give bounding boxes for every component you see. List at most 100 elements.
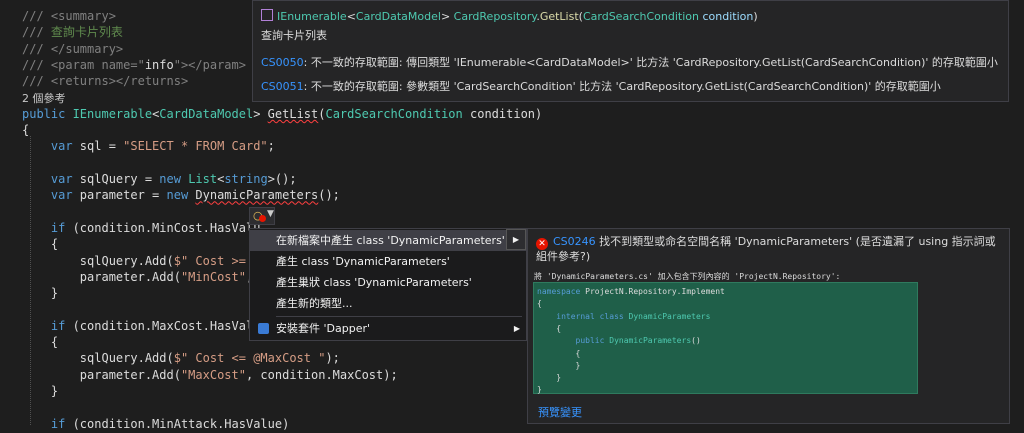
code-token: var [22, 172, 80, 186]
code-token: parameter.Add( [22, 367, 181, 382]
code-token: DynamicParameters [628, 311, 711, 321]
error-code-link[interactable]: CS0051 [261, 80, 304, 93]
code-token: if [22, 416, 73, 431]
code-line: { [22, 334, 58, 351]
code-line: internal class DynamicParameters [537, 310, 710, 323]
error-code-link[interactable]: CS0246 [553, 235, 596, 248]
code-token: sql = [79, 139, 124, 154]
code-token: , condition.MaxCost); [245, 367, 398, 382]
error-message: : 不一致的存取範圍: 參數類型 'CardSearchCondition' 比… [303, 80, 941, 93]
quick-info-tooltip: IEnumerable<CardDataModel> CardRepositor… [252, 0, 1009, 102]
code-token: <returns></returns> [50, 74, 189, 89]
code-token: string [224, 172, 268, 186]
code-token: DynamicParameters [609, 336, 692, 346]
sig-param-type[interactable]: CardSearchCondition [583, 10, 699, 23]
code-token: { [22, 335, 59, 349]
code-token: "MaxCost" [180, 367, 246, 382]
code-line: /// <param name="info"></param> [22, 57, 246, 74]
sig-gt: > [440, 10, 454, 23]
code-token: { [22, 123, 30, 138]
menu-item-label: 在新檔案中產生 class 'DynamicParameters' [276, 234, 505, 247]
method-cube-icon [261, 9, 273, 21]
code-token: 查詢卡片列表 [50, 25, 123, 40]
submenu-arrow-icon: ▶ [513, 324, 520, 333]
code-line: public DynamicParameters() [537, 334, 701, 347]
code-token: } [22, 286, 59, 301]
error-message: : 不一致的存取範圍: 傳回類型 'IEnumerable<CardDataMo… [303, 56, 998, 69]
code-line: 2 個參考 [22, 90, 66, 107]
code-line: if (condition.MinAttack.HasValue) [22, 416, 289, 433]
code-token: /// [22, 25, 51, 40]
menu-item-generate-nested-class[interactable]: 產生巢狀 class 'DynamicParameters' [250, 272, 526, 293]
code-token: /// [22, 57, 51, 72]
code-line: /// <returns></returns> [22, 73, 188, 90]
code-line: parameter.Add("MinCost", [22, 269, 253, 286]
code-token: { [537, 299, 542, 309]
code-token: /// [22, 74, 51, 89]
code-token: ProjectN.Repository.Implement [585, 287, 725, 296]
code-token: { [537, 323, 562, 333]
code-token: /// [22, 41, 51, 56]
code-token: public [22, 106, 73, 121]
method-signature: IEnumerable<CardDataModel> CardRepositor… [261, 9, 758, 23]
tooltip-error-1: CS0050: 不一致的存取範圍: 傳回類型 'IEnumerable<Card… [261, 54, 998, 70]
code-line: } [22, 285, 58, 302]
code-token: CardDataModel [159, 106, 254, 121]
quick-actions-button[interactable]: ○ ▼ [249, 207, 275, 225]
sig-param-name: condition [698, 10, 754, 23]
menu-item-generate-new-type[interactable]: 產生新的類型... [250, 293, 526, 314]
code-token: CardSearchCondition [325, 106, 463, 121]
code-token: public [537, 336, 610, 346]
code-token: var [22, 139, 80, 154]
code-token: DynamicParameters [195, 188, 319, 203]
sig-lt: < [346, 10, 356, 23]
code-token: sqlQuery = [79, 172, 160, 186]
menu-item-generate-class-new-file[interactable]: 在新檔案中產生 class 'DynamicParameters' [250, 230, 526, 251]
preview-changes-link[interactable]: 預覽變更 [538, 404, 582, 420]
code-token: namespace [537, 287, 586, 296]
sig-class[interactable]: CardRepository [454, 10, 537, 23]
code-line: public IEnumerable<CardDataModel> GetLis… [22, 106, 542, 123]
error-code-link[interactable]: CS0050 [261, 56, 304, 69]
code-token: (); [318, 188, 340, 203]
code-token: "MinCost" [180, 269, 246, 284]
menu-item-install-package[interactable]: 安裝套件 'Dapper' ▶ [250, 318, 526, 339]
code-token: new [159, 172, 189, 186]
menu-item-label: 產生 class 'DynamicParameters' [276, 255, 450, 268]
code-token: new [166, 188, 196, 203]
code-token: if [22, 318, 73, 333]
menu-item-label: 產生巢狀 class 'DynamicParameters' [276, 276, 472, 289]
menu-item-label: 產生新的類型... [276, 297, 353, 310]
code-line: sqlQuery.Add($" Cost >= @ [22, 253, 261, 270]
code-line: { [537, 322, 561, 335]
code-token: (condition.MinAttack.HasValue) [72, 416, 290, 431]
quick-actions-menu: 在新檔案中產生 class 'DynamicParameters' 產生 cla… [249, 228, 527, 341]
code-line: } [537, 359, 581, 372]
code-line: /// 查詢卡片列表 [22, 24, 123, 41]
code-line: { [22, 122, 29, 139]
sig-close: ) [753, 10, 758, 23]
code-token: "SELECT * FROM Card" [123, 139, 268, 154]
code-line: { [22, 236, 58, 253]
code-token: GetList [267, 106, 319, 121]
code-token: List [188, 172, 218, 186]
code-token: ; [267, 139, 275, 154]
code-token: IEnumerable [72, 106, 153, 121]
sig-model-type[interactable]: CardDataModel [356, 10, 441, 23]
submenu-arrow-icon[interactable]: ▶ [506, 229, 526, 250]
menu-item-generate-class[interactable]: 產生 class 'DynamicParameters' [250, 251, 526, 272]
code-token: { [22, 237, 59, 252]
code-token: (condition.MinCost.HasValu [72, 220, 261, 235]
code-line: if (condition.MaxCost.HasValu [22, 318, 261, 335]
method-description: 查詢卡片列表 [261, 29, 327, 42]
error-icon: ✕ [536, 238, 548, 250]
code-token: if [22, 220, 73, 235]
sig-return-type[interactable]: IEnumerable [277, 10, 347, 23]
code-line: parameter.Add("MaxCost", condition.MaxCo… [22, 367, 398, 384]
code-line: if (condition.MinCost.HasValu [22, 220, 261, 237]
sig-method: GetList [539, 10, 579, 23]
code-token: > [253, 106, 268, 121]
code-token: internal class [537, 311, 629, 321]
code-line: /// </summary> [22, 41, 123, 58]
error-badge-icon [259, 215, 266, 222]
